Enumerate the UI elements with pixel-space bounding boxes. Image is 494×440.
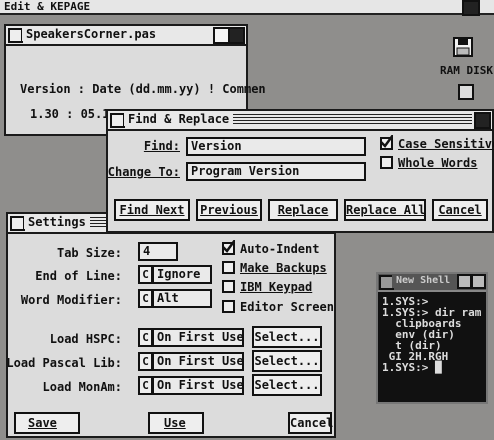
- auto-indent-checkbox[interactable]: [222, 240, 235, 255]
- disk-icon: [453, 37, 473, 57]
- case-sensitive-label: Case Sensitive: [398, 137, 494, 151]
- editor-title-bar[interactable]: SpeakersCorner.pas: [6, 26, 246, 46]
- load-pascal-lib-value[interactable]: On First Use: [152, 352, 244, 371]
- make-backups-checkbox[interactable]: [222, 261, 235, 274]
- zoom-icon[interactable]: [457, 274, 472, 289]
- cancel-button[interactable]: Cancel: [432, 199, 488, 221]
- find-replace-window: Find & Replace Find: Version Change To: …: [106, 109, 494, 233]
- load-hspc-select-button[interactable]: Select...: [252, 326, 322, 348]
- word-modifier-value[interactable]: Alt: [152, 289, 212, 308]
- whole-words-label: Whole Words: [398, 156, 478, 170]
- editor-screen-checkbox[interactable]: [222, 300, 235, 313]
- screen-title: Edit & KEPAGE: [4, 0, 91, 13]
- end-of-line-value[interactable]: Ignore: [152, 265, 212, 284]
- tab-size-label: Tab Size:: [56, 246, 122, 260]
- editor-title: SpeakersCorner.pas: [22, 27, 161, 41]
- load-monam-label: Load MonAm:: [42, 380, 122, 394]
- previous-button[interactable]: Previous: [196, 199, 262, 221]
- tab-size-input[interactable]: 4: [138, 242, 178, 261]
- check-icon: [222, 240, 235, 253]
- use-button[interactable]: Use: [148, 412, 204, 434]
- word-modifier-label: Word Modifier:: [20, 293, 122, 307]
- ibm-keypad-label: IBM Keypad: [240, 280, 313, 294]
- second-desktop-icon[interactable]: [458, 84, 474, 100]
- shell-title-bar[interactable]: New Shell: [378, 274, 486, 292]
- replace-all-button[interactable]: Replace All: [344, 199, 426, 221]
- shell-window[interactable]: New Shell 1.SYS:> 1.SYS:> dir ram clipbo…: [376, 272, 488, 404]
- settings-window: Settings Tab Size: 4 End of Line: C Igno…: [6, 212, 336, 438]
- close-icon[interactable]: [8, 28, 23, 43]
- settings-title: Settings: [24, 215, 90, 229]
- shell-title: New Shell: [392, 274, 455, 288]
- word-modifier-cycle-icon[interactable]: C: [138, 289, 153, 308]
- load-pascal-lib-cycle-icon[interactable]: C: [138, 352, 153, 371]
- editor-line-1: Version : Date (dd.mm.yy) ! Commen: [20, 82, 266, 96]
- shell-line: 1.SYS:> █: [382, 361, 442, 374]
- ram-disk-label: RAM DISK: [440, 64, 493, 77]
- depth-icon[interactable]: [471, 274, 486, 289]
- make-backups-label: Make Backups: [240, 261, 327, 275]
- find-label: Find:: [143, 139, 180, 153]
- load-hspc-cycle-icon[interactable]: C: [138, 328, 153, 347]
- ibm-keypad-checkbox[interactable]: [222, 280, 235, 293]
- load-monam-cycle-icon[interactable]: C: [138, 376, 153, 395]
- load-hspc-label: Load HSPC:: [49, 332, 122, 346]
- whole-words-checkbox[interactable]: [380, 156, 393, 169]
- end-of-line-label: End of Line:: [35, 269, 122, 283]
- depth-icon[interactable]: [228, 27, 245, 44]
- load-monam-select-button[interactable]: Select...: [252, 374, 322, 396]
- load-pascal-lib-select-button[interactable]: Select...: [252, 350, 322, 372]
- change-to-input[interactable]: Program Version: [186, 162, 366, 181]
- check-icon: [380, 135, 393, 148]
- save-button[interactable]: Save: [14, 412, 80, 434]
- editor-line-2: 1.30 : 05.1: [30, 107, 110, 121]
- replace-button[interactable]: Replace: [268, 199, 338, 221]
- shell-output: 1.SYS:> 1.SYS:> dir ram clipboards env (…: [382, 296, 481, 373]
- close-icon[interactable]: [110, 113, 125, 128]
- auto-indent-label: Auto-Indent: [240, 242, 320, 256]
- change-to-label: Change To:: [107, 165, 180, 179]
- editor-screen-label: Editor Screen: [240, 300, 334, 314]
- screen-title-bar: Edit & KEPAGE: [0, 0, 494, 16]
- find-replace-title: Find & Replace: [124, 112, 234, 126]
- case-sensitive-checkbox[interactable]: [380, 135, 393, 150]
- screen-depth-icon[interactable]: [462, 0, 480, 16]
- close-icon[interactable]: [10, 216, 25, 231]
- load-hspc-value[interactable]: On First Use: [152, 328, 244, 347]
- load-monam-value[interactable]: On First Use: [152, 376, 244, 395]
- end-of-line-cycle-icon[interactable]: C: [138, 265, 153, 284]
- depth-icon[interactable]: [474, 112, 491, 129]
- find-next-button[interactable]: Find Next: [114, 199, 190, 221]
- cancel-button[interactable]: Cancel: [288, 412, 333, 434]
- find-replace-title-bar[interactable]: Find & Replace: [108, 111, 492, 131]
- find-input[interactable]: Version: [186, 137, 366, 156]
- load-pascal-lib-label: Load Pascal Lib:: [6, 356, 122, 370]
- ram-disk-icon[interactable]: [452, 36, 474, 58]
